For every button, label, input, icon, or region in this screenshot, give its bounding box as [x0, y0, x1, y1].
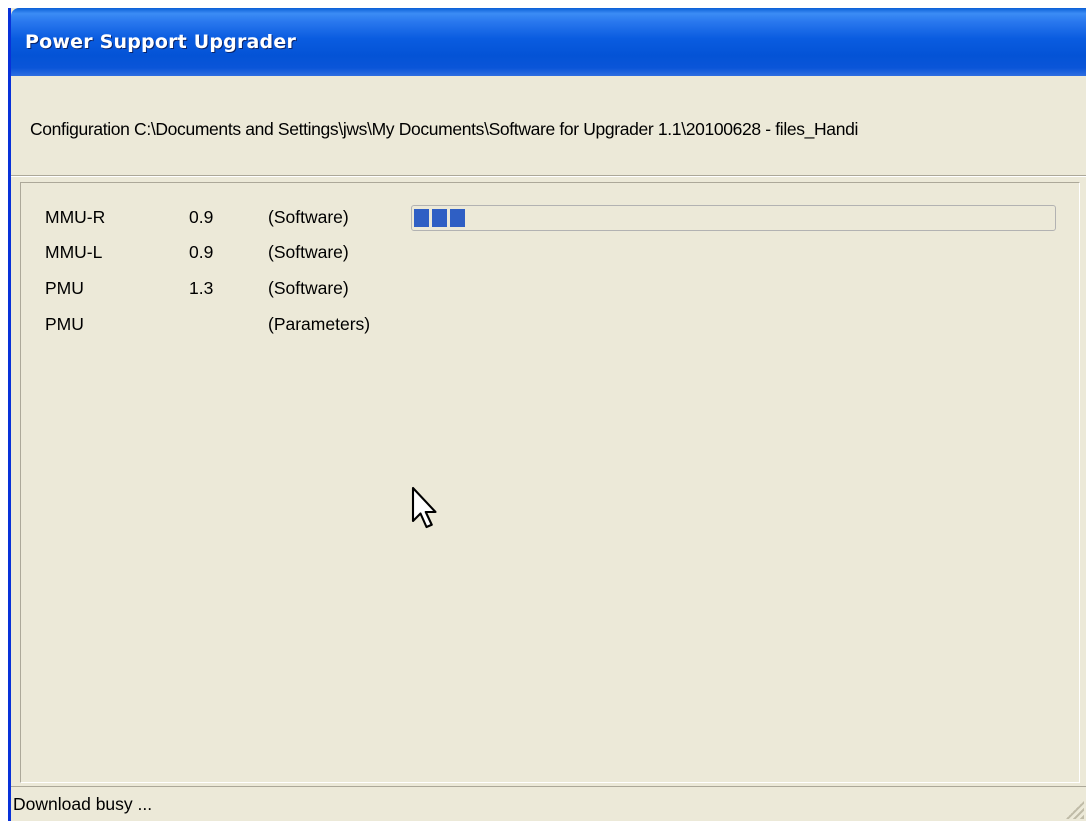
upgrade-list-panel: MMU-R 0.9 (Software) MMU-L 0.9 (Software… — [20, 182, 1080, 783]
item-version: 0.9 — [189, 207, 214, 227]
item-version: 0.9 — [189, 242, 214, 262]
window-title: Power Support Upgrader — [25, 31, 297, 53]
status-text: Download busy ... — [13, 794, 153, 814]
item-name: MMU-L — [45, 242, 103, 262]
configuration-bar: Configuration C:\Documents and Settings\… — [11, 76, 1086, 176]
progress-fill — [414, 209, 465, 227]
download-progress-bar — [411, 205, 1056, 231]
item-type: (Parameters) — [268, 314, 371, 334]
item-version: 1.3 — [189, 278, 214, 298]
title-bar[interactable]: Power Support Upgrader — [11, 8, 1086, 76]
list-item: MMU-R 0.9 (Software) — [21, 207, 421, 241]
item-type: (Software) — [268, 207, 349, 227]
item-name: MMU-R — [45, 207, 106, 227]
app-window: Power Support Upgrader Configuration C:\… — [8, 8, 1086, 821]
mouse-pointer-icon — [411, 486, 437, 529]
divider — [11, 175, 1086, 177]
resize-grip-icon[interactable] — [1064, 799, 1084, 819]
item-name: PMU — [45, 314, 84, 334]
configuration-path: Configuration C:\Documents and Settings\… — [30, 119, 858, 139]
item-name: PMU — [45, 278, 84, 298]
status-bar: Download busy ... — [11, 786, 1086, 821]
item-type: (Software) — [268, 242, 349, 262]
item-type: (Software) — [268, 278, 349, 298]
list-item: PMU 1.3 (Software) — [21, 278, 421, 312]
list-item: MMU-L 0.9 (Software) — [21, 242, 421, 276]
list-item: PMU (Parameters) — [21, 314, 421, 348]
